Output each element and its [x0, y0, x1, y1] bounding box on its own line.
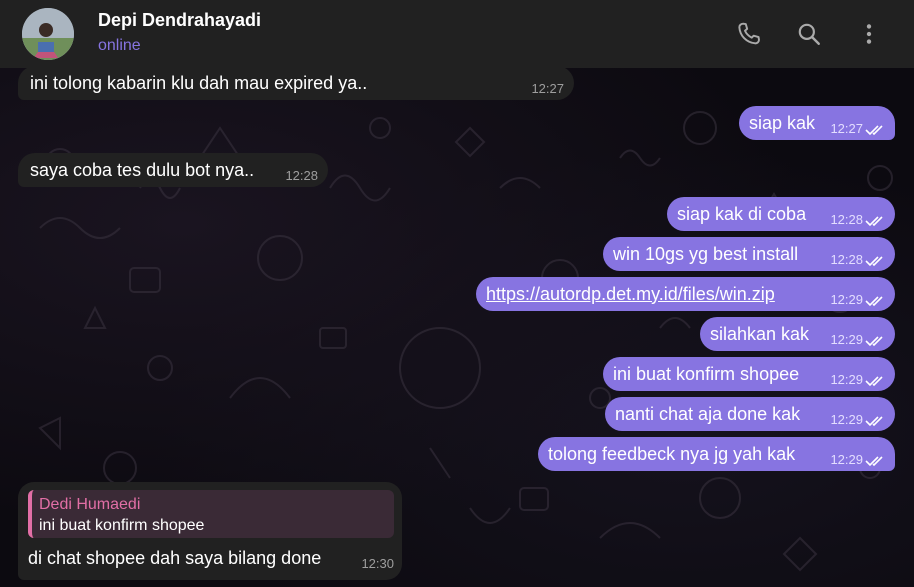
message-text: saya coba tes dulu bot nya..	[30, 159, 255, 180]
double-check-icon	[865, 255, 883, 266]
message-bubble-outgoing[interactable]: nanti chat aja done kak 12:29	[605, 397, 895, 431]
double-check-icon	[865, 375, 883, 386]
message-meta: 12:29	[830, 412, 887, 427]
chat-header: Depi Dendrahayadi online	[0, 0, 914, 68]
message-bubble-incoming[interactable]: ini tolong kabarin klu dah mau expired y…	[18, 66, 574, 100]
double-check-icon	[865, 215, 883, 226]
contact-name: Depi Dendrahayadi	[98, 10, 262, 30]
message-text: di chat shopee dah saya bilang done	[28, 548, 322, 568]
quoted-message[interactable]: Dedi Humaedi ini buat konfirm shopee	[28, 490, 394, 538]
avatar[interactable]	[22, 8, 74, 60]
quoted-author: Dedi Humaedi	[39, 496, 141, 513]
message-text: silahkan kak	[710, 323, 810, 344]
message-bubble-outgoing[interactable]: siap kak di coba 12:28	[667, 197, 895, 231]
message-bubble-outgoing[interactable]: ini buat konfirm shopee 12:29	[603, 357, 895, 391]
contact-status: online	[98, 37, 141, 54]
message-text: ini tolong kabarin klu dah mau expired y…	[30, 72, 368, 93]
message-meta: 12:28	[830, 252, 887, 267]
message-meta: 12:29	[830, 452, 887, 467]
message-text: nanti chat aja done kak	[615, 403, 801, 424]
avatar-photo-icon	[22, 8, 74, 60]
message-bubble-incoming[interactable]: saya coba tes dulu bot nya.. 12:28	[18, 153, 328, 187]
message-time: 12:29	[830, 371, 863, 387]
message-bubble-outgoing[interactable]: siap kak 12:27	[739, 106, 895, 140]
message-bubble-reply[interactable]: Dedi Humaedi ini buat konfirm shopee di …	[18, 482, 402, 580]
call-button[interactable]	[731, 16, 767, 52]
message-bubble-outgoing[interactable]: silahkan kak 12:29	[700, 317, 895, 351]
message-meta: 12:28	[830, 212, 887, 227]
phone-icon	[738, 22, 760, 45]
message-bubble-outgoing[interactable]: https://autordp.det.my.id/files/win.zip …	[476, 277, 895, 311]
message-text: siap kak	[749, 112, 816, 133]
message-bubble-outgoing[interactable]: win 10gs yg best install 12:28	[603, 237, 895, 271]
message-text: tolong feedbeck nya jg yah kak	[548, 443, 796, 464]
message-meta: 12:29	[830, 292, 887, 307]
message-time: 12:29	[830, 451, 863, 467]
message-text: ini buat konfirm shopee	[613, 363, 800, 384]
more-options-button[interactable]	[851, 16, 887, 52]
search-button[interactable]	[791, 16, 827, 52]
message-time: 12:28	[830, 251, 863, 267]
double-check-icon	[865, 455, 883, 466]
message-bubble-outgoing[interactable]: tolong feedbeck nya jg yah kak 12:29	[538, 437, 895, 471]
quoted-text: ini buat konfirm shopee	[39, 517, 205, 534]
message-meta: 12:29	[830, 332, 887, 347]
more-vertical-icon	[866, 24, 872, 44]
message-time: 12:29	[830, 331, 863, 347]
message-meta: 12:29	[830, 372, 887, 387]
message-time: 12:29	[830, 411, 863, 427]
message-meta: 12:27	[830, 121, 887, 136]
message-time: 12:28	[830, 211, 863, 227]
message-time: 12:28	[285, 167, 318, 183]
message-time: 12:30	[361, 556, 394, 571]
message-time: 12:29	[830, 291, 863, 307]
message-link[interactable]: https://autordp.det.my.id/files/win.zip	[486, 284, 775, 305]
message-text: win 10gs yg best install	[613, 243, 799, 264]
double-check-icon	[865, 415, 883, 426]
double-check-icon	[865, 335, 883, 346]
search-icon	[798, 23, 820, 45]
message-text: siap kak di coba	[677, 203, 807, 224]
double-check-icon	[865, 124, 883, 135]
double-check-icon	[865, 295, 883, 306]
message-time: 12:27	[830, 120, 863, 136]
message-time: 12:27	[531, 80, 564, 96]
